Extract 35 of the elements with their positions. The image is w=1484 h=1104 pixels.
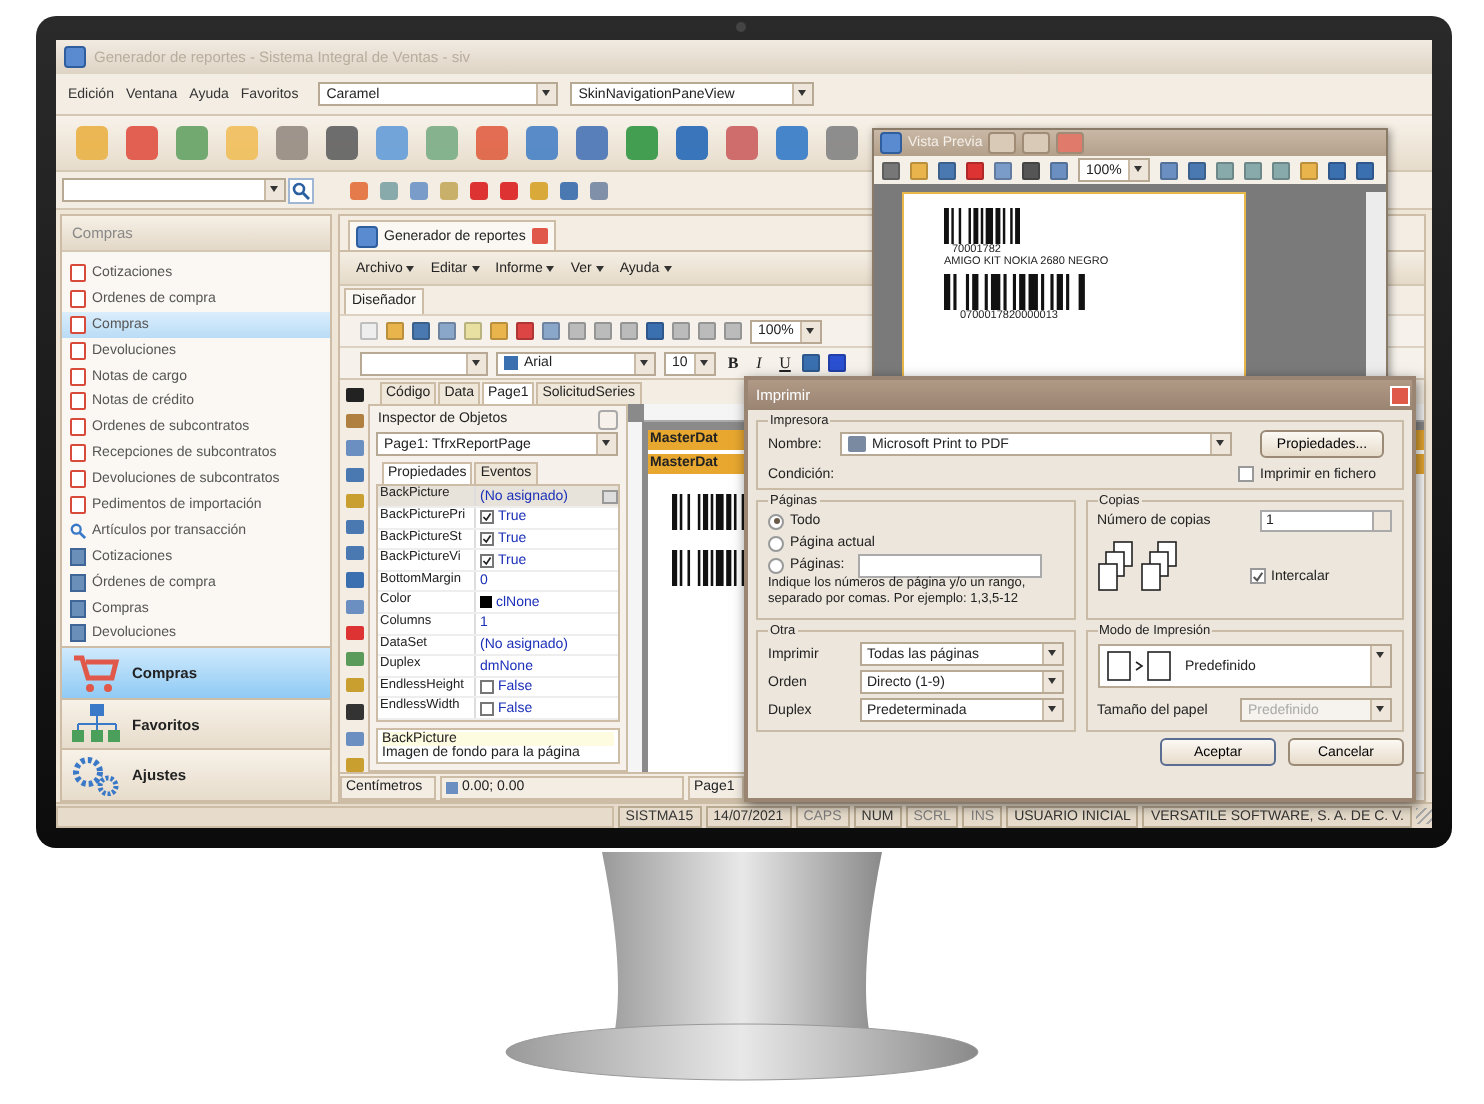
checkbox[interactable] bbox=[480, 553, 494, 568]
caret-icon bbox=[471, 266, 480, 276]
format-button[interactable]: U bbox=[776, 354, 794, 372]
checkbox[interactable] bbox=[480, 680, 494, 695]
checkbox[interactable] bbox=[480, 701, 494, 716]
search-button[interactable] bbox=[288, 177, 314, 203]
page-layout-icon bbox=[1105, 650, 1173, 682]
resize-grip-icon[interactable] bbox=[1416, 808, 1432, 824]
caret-icon bbox=[595, 266, 604, 276]
checkbox[interactable] bbox=[480, 510, 494, 525]
checkbox[interactable] bbox=[1249, 568, 1265, 584]
style-dropdown[interactable] bbox=[360, 351, 488, 375]
caret-icon bbox=[663, 266, 672, 276]
caret-icon bbox=[546, 266, 555, 276]
radio-button[interactable] bbox=[768, 557, 784, 573]
radio-button[interactable] bbox=[768, 535, 784, 551]
app-icon bbox=[880, 132, 902, 154]
format-button[interactable]: B bbox=[724, 354, 742, 372]
spin-arrows-icon[interactable] bbox=[1372, 512, 1390, 530]
color-swatch bbox=[480, 596, 492, 609]
search-icon bbox=[70, 521, 86, 540]
hierarchy-icon bbox=[72, 704, 120, 745]
gears-icon bbox=[72, 755, 120, 796]
app-icon bbox=[64, 46, 86, 68]
caret-icon bbox=[406, 266, 415, 276]
barcode-drawing bbox=[944, 274, 1088, 310]
format-button[interactable]: I bbox=[750, 354, 768, 372]
pages-input-field[interactable] bbox=[858, 553, 1043, 577]
checkbox[interactable] bbox=[480, 531, 494, 546]
camera-icon bbox=[736, 22, 746, 32]
barcode-drawing bbox=[944, 208, 1020, 244]
ellipsis-button[interactable] bbox=[602, 489, 618, 504]
search-field[interactable] bbox=[62, 178, 286, 202]
checkbox[interactable] bbox=[1238, 466, 1255, 482]
radio-button[interactable] bbox=[768, 513, 784, 529]
